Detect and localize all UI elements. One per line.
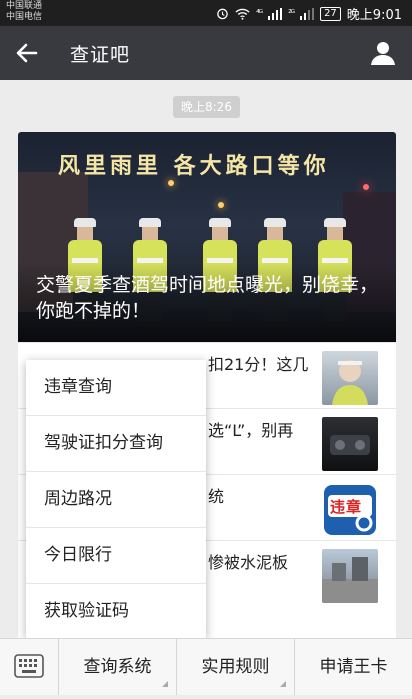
street-light <box>218 202 224 208</box>
street-light <box>168 180 174 186</box>
menu-query-system[interactable]: 查询系统 <box>59 639 177 695</box>
signal-bars-icon-2 <box>300 7 315 20</box>
submenu-popup: 违章查询 驾驶证扣分查询 周边路况 今日限行 获取验证码 <box>26 360 206 638</box>
hero-article-title: 交警夏季查酒驾时间地点曝光，别侥幸，你跑不掉的！ <box>36 274 379 322</box>
keyboard-toggle-button[interactable] <box>0 639 59 695</box>
profile-button[interactable] <box>368 38 398 68</box>
menu-apply-king-card[interactable]: 申请王卡 <box>295 639 412 695</box>
hero-image[interactable]: 风里雨里 各大路口等你 交警夏季查酒驾时间地点曝光，别侥幸，你跑不掉的！ <box>18 132 396 342</box>
person-icon <box>371 42 395 65</box>
page-title: 查证吧 <box>70 44 131 66</box>
wifi-icon <box>235 8 250 20</box>
menu-item-license-points-query[interactable]: 驾驶证扣分查询 <box>26 416 206 472</box>
battery-indicator: 27 <box>320 6 341 21</box>
menu-practical-rules-label: 实用规则 <box>201 657 270 677</box>
bottom-menu-bar: 查询系统 实用规则 申请王卡 <box>0 638 412 695</box>
keyboard-icon <box>14 654 44 678</box>
submenu-indicator-icon <box>280 681 286 687</box>
neon-light <box>363 184 369 190</box>
article-item-title: 惨被水泥板 <box>208 553 289 572</box>
submenu-indicator-icon <box>162 681 168 687</box>
thumbnail-label: 违章 <box>330 498 363 516</box>
title-bar: 查证吧 <box>0 26 412 80</box>
alarm-icon <box>217 8 228 20</box>
menu-apply-king-card-label: 申请王卡 <box>319 657 388 677</box>
article-thumbnail <box>322 351 378 405</box>
menu-item-violation-query[interactable]: 违章查询 <box>26 360 206 416</box>
signal-bars-icon <box>268 7 283 20</box>
menu-practical-rules[interactable]: 实用规则 <box>177 639 295 695</box>
message-timestamp: 晚上8:26 <box>173 96 240 118</box>
article-item-title: 扣21分！这几 <box>208 355 309 374</box>
menu-item-get-verification-code[interactable]: 获取验证码 <box>26 584 206 639</box>
back-arrow-icon <box>16 43 38 63</box>
carrier-1: 中国联通 <box>6 1 43 11</box>
back-button[interactable] <box>10 37 44 69</box>
signal-label-1: ⁴ᴳ <box>256 8 263 19</box>
status-icons: ⁴ᴳ ²ᴳ 27 晚上9:01 <box>216 4 402 23</box>
article-thumbnail <box>322 549 378 603</box>
hero-slogan: 风里雨里 各大路口等你 <box>58 153 330 179</box>
signal-label-2: ²ᴳ <box>288 8 295 19</box>
article-item-title: 选“L”，别再 <box>208 421 294 440</box>
clock: 晚上9:01 <box>346 8 402 23</box>
menu-item-nearby-traffic[interactable]: 周边路况 <box>26 472 206 528</box>
article-item-title: 统 <box>208 487 225 506</box>
article-thumbnail: 违章 <box>322 483 378 537</box>
status-bar: 中国联通 中国电信 ⁴ᴳ ²ᴳ 27 晚上9:01 <box>0 0 412 26</box>
article-thumbnail <box>322 417 378 471</box>
carrier-2: 中国电信 <box>6 12 43 22</box>
menu-item-today-restriction[interactable]: 今日限行 <box>26 528 206 584</box>
carrier-info: 中国联通 中国电信 <box>6 1 42 23</box>
menu-query-system-label: 查询系统 <box>83 657 152 677</box>
